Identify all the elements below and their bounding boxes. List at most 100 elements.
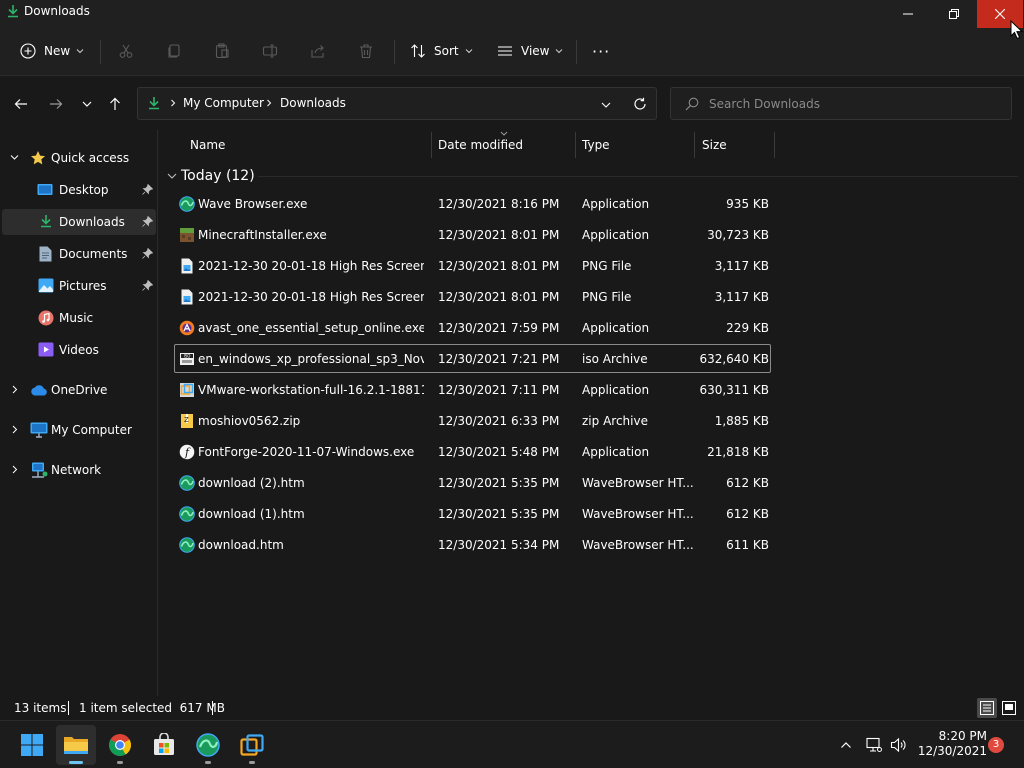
file-size: 21,818 KB: [707, 445, 769, 459]
file-type: Application: [582, 445, 650, 459]
chevron-down-icon[interactable]: [10, 153, 19, 162]
paste-icon: [215, 43, 229, 59]
sidebar-label: Network: [51, 463, 102, 477]
column-header-type[interactable]: Type: [582, 130, 692, 160]
new-button[interactable]: New: [20, 38, 84, 64]
file-name: download (2).htm: [198, 476, 305, 490]
taskbar-file-explorer[interactable]: [56, 725, 96, 765]
start-button[interactable]: [12, 725, 52, 765]
volume-button[interactable]: [888, 735, 908, 755]
computer-icon: [30, 422, 48, 438]
wave-browser-icon: [196, 733, 220, 757]
file-type: WaveBrowser HT...: [582, 538, 694, 552]
wave-icon: [179, 537, 195, 553]
chevron-right-icon[interactable]: [11, 465, 19, 474]
sidebar-item-quick-access[interactable]: Quick access: [2, 145, 156, 171]
column-divider[interactable]: [431, 132, 432, 158]
back-button[interactable]: [10, 93, 32, 115]
column-divider[interactable]: [575, 132, 576, 158]
search-box[interactable]: [670, 87, 1012, 120]
running-app-indicator: [117, 761, 123, 764]
sidebar-item-videos[interactable]: Videos: [2, 337, 156, 363]
sidebar-item-downloads[interactable]: Downloads: [2, 209, 156, 235]
column-divider[interactable]: [694, 132, 695, 158]
pin-icon[interactable]: [142, 184, 153, 195]
search-input[interactable]: [709, 94, 999, 114]
sort-button[interactable]: Sort: [410, 38, 473, 64]
view-button[interactable]: View: [497, 38, 563, 64]
show-hidden-icons-button[interactable]: [836, 735, 856, 755]
chevron-down-icon: [167, 173, 177, 179]
file-row[interactable]: download (2).htm 12/30/2021 5:35 PM WaveBr…: [174, 468, 771, 497]
chevron-right-icon[interactable]: [265, 99, 273, 107]
file-row[interactable]: 2021-12-30 20-01-18 High Res Screensho..…: [174, 251, 771, 280]
rename-button[interactable]: [262, 38, 278, 64]
details-view-button[interactable]: [977, 698, 997, 718]
column-header-size[interactable]: Size: [702, 130, 772, 160]
address-bar[interactable]: My Computer Downloads: [137, 87, 657, 120]
pin-icon[interactable]: [142, 248, 153, 259]
restore-button[interactable]: [931, 0, 977, 28]
pin-icon[interactable]: [142, 216, 153, 227]
column-divider[interactable]: [774, 132, 775, 158]
file-row[interactable]: f FontForge-2020-11-07-Windows.exe 12/30/2…: [174, 437, 771, 466]
file-row[interactable]: avast_one_essential_setup_online.exe 12/3…: [174, 313, 771, 342]
breadcrumb-my-computer[interactable]: My Computer: [183, 96, 264, 110]
sidebar-item-music[interactable]: Music: [2, 305, 156, 331]
chevron-down-icon[interactable]: [601, 100, 611, 110]
file-row[interactable]: MinecraftInstaller.exe 12/30/2021 8:01 PM…: [174, 220, 771, 249]
sidebar-item-my-computer[interactable]: My Computer: [2, 417, 156, 443]
share-button[interactable]: [310, 38, 326, 64]
arrow-left-icon: [14, 99, 27, 109]
minimize-button[interactable]: [885, 0, 931, 28]
up-button[interactable]: [104, 93, 126, 115]
refresh-icon[interactable]: [633, 97, 647, 111]
taskbar-wave-browser[interactable]: [188, 725, 228, 765]
running-app-indicator: [249, 761, 255, 764]
chevron-right-icon[interactable]: [11, 385, 19, 394]
forward-button[interactable]: [45, 93, 67, 115]
more-options-button[interactable]: ···: [592, 38, 610, 64]
file-row[interactable]: download (1).htm 12/30/2021 5:35 PM WaveBr…: [174, 499, 771, 528]
file-row[interactable]: VMware-workstation-full-16.2.1-1881164..…: [174, 375, 771, 404]
sidebar-item-pictures[interactable]: Pictures: [2, 273, 156, 299]
chevron-right-icon[interactable]: [169, 99, 177, 107]
file-date-modified: 12/30/2021 8:01 PM: [438, 259, 560, 273]
file-date-modified: 12/30/2021 7:59 PM: [438, 321, 560, 335]
file-size: 630,311 KB: [699, 383, 769, 397]
file-size: 1,885 KB: [714, 414, 769, 428]
arrow-right-icon: [50, 99, 63, 109]
file-row[interactable]: Zmoshiov0562.zip 12/30/2021 6:33 PM zip Ar…: [174, 406, 771, 435]
group-header-today[interactable]: Today (12): [167, 166, 255, 186]
taskbar-vmware[interactable]: [232, 725, 272, 765]
sidebar-item-documents[interactable]: Documents: [2, 241, 156, 267]
notification-badge[interactable]: 3: [988, 737, 1004, 753]
network-tray-button[interactable]: [864, 735, 884, 755]
cut-button[interactable]: [118, 38, 134, 64]
copy-button[interactable]: [166, 38, 182, 64]
sidebar-item-network[interactable]: Network: [2, 457, 156, 483]
chevron-right-icon[interactable]: [11, 425, 19, 434]
sidebar-item-desktop[interactable]: Desktop: [2, 177, 156, 203]
recent-locations-button[interactable]: [76, 93, 98, 115]
file-type: iso Archive: [582, 352, 648, 366]
pin-icon[interactable]: [142, 280, 153, 291]
file-row[interactable]: 2021-12-30 20-01-18 High Res Screensho..…: [174, 282, 771, 311]
clock-time: 8:20 PM: [938, 729, 987, 743]
paste-button[interactable]: [214, 38, 230, 64]
column-header-name[interactable]: Name: [190, 130, 430, 160]
clock[interactable]: 8:20 PM 12/30/2021: [915, 729, 987, 759]
sidebar-item-onedrive[interactable]: OneDrive: [2, 377, 156, 403]
tiles-view-button[interactable]: [999, 698, 1019, 718]
file-type: WaveBrowser HT...: [582, 476, 694, 490]
breadcrumb-downloads[interactable]: Downloads: [280, 96, 346, 110]
file-row[interactable]: Wave Browser.exe 12/30/2021 8:16 PM Applic…: [174, 189, 771, 218]
taskbar-chrome[interactable]: [100, 725, 140, 765]
file-row[interactable]: ISO en_windows_xp_professional_sp3_Nov_2.…: [174, 344, 771, 373]
toolbar-divider: [394, 40, 395, 64]
column-header-date[interactable]: Date modified: [438, 130, 573, 160]
delete-button[interactable]: [358, 38, 374, 64]
file-row[interactable]: download.htm 12/30/2021 5:34 PM WaveBrowse…: [174, 530, 771, 559]
item-count: 13 items: [14, 701, 67, 715]
taskbar-store[interactable]: [144, 725, 184, 765]
